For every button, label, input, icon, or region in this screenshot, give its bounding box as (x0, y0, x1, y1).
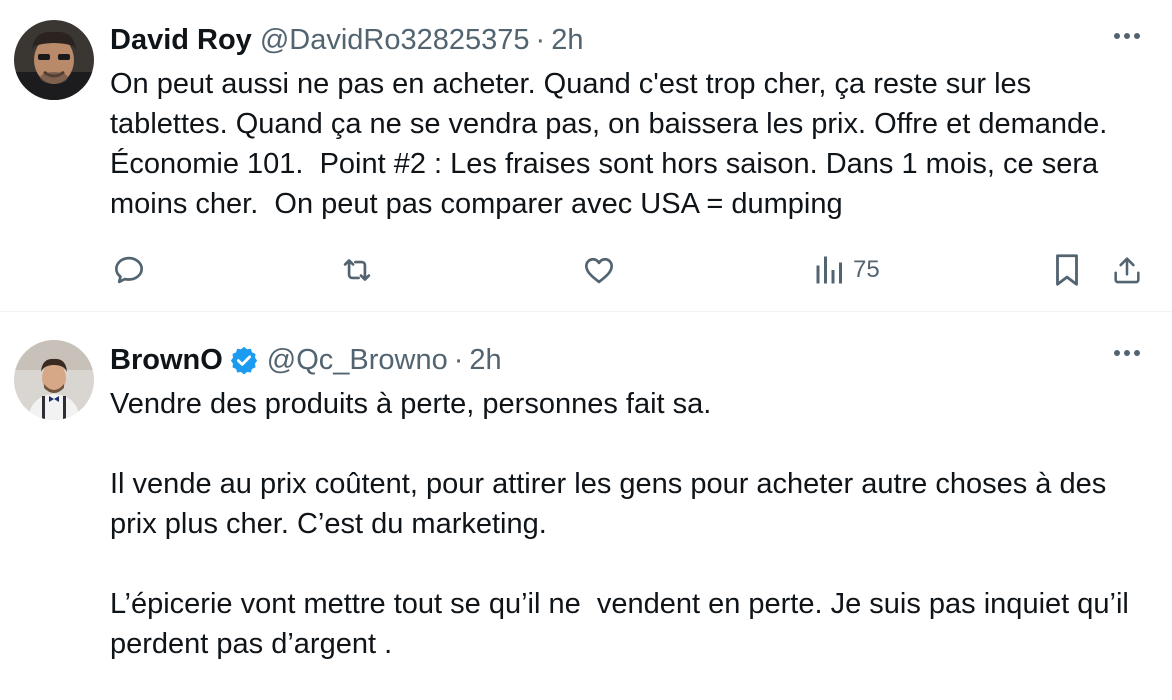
tweet-text: Vendre des produits à perte, personnes f… (110, 388, 1129, 660)
share-icon (1114, 257, 1140, 284)
display-name[interactable]: David Roy (110, 22, 252, 58)
separator-dot: · (453, 344, 464, 376)
tweet[interactable]: David Roy @DavidRo32825375 · 2h On peut … (0, 0, 1172, 312)
reply-icon (114, 256, 144, 284)
more-options-icon[interactable] (1112, 345, 1142, 356)
tweet-actions: 75 (110, 248, 1152, 292)
views-icon (816, 256, 842, 284)
views-count: 75 (853, 256, 880, 283)
separator-dot: · (535, 24, 546, 56)
like-button[interactable] (580, 248, 618, 292)
bookmark-button[interactable] (1050, 248, 1084, 292)
tweet-header: BrownO @Qc_Browno · 2h (110, 342, 1152, 378)
retweet-button[interactable] (338, 248, 376, 292)
timestamp[interactable]: 2h (551, 22, 583, 58)
more-options-icon[interactable] (1112, 28, 1142, 39)
tweet-header: David Roy @DavidRo32825375 · 2h (110, 22, 1152, 58)
user-handle[interactable]: @Qc_Browno (267, 342, 448, 378)
retweet-icon (343, 259, 371, 281)
avatar[interactable] (14, 20, 94, 100)
bookmark-icon (1056, 254, 1078, 286)
tweet-text: On peut aussi ne pas en acheter. Quand c… (110, 68, 1116, 220)
like-icon (584, 257, 614, 284)
views-button[interactable]: 75 (815, 248, 880, 292)
reply-button[interactable] (110, 248, 148, 292)
share-button[interactable] (1110, 248, 1144, 292)
timestamp[interactable]: 2h (469, 342, 501, 378)
display-name[interactable]: BrownO (110, 342, 223, 378)
tweet[interactable]: BrownO @Qc_Browno · 2h Vendre des produi… (0, 312, 1172, 700)
avatar[interactable] (14, 340, 94, 420)
verified-badge-icon (229, 345, 259, 375)
user-handle[interactable]: @DavidRo32825375 (260, 22, 530, 58)
